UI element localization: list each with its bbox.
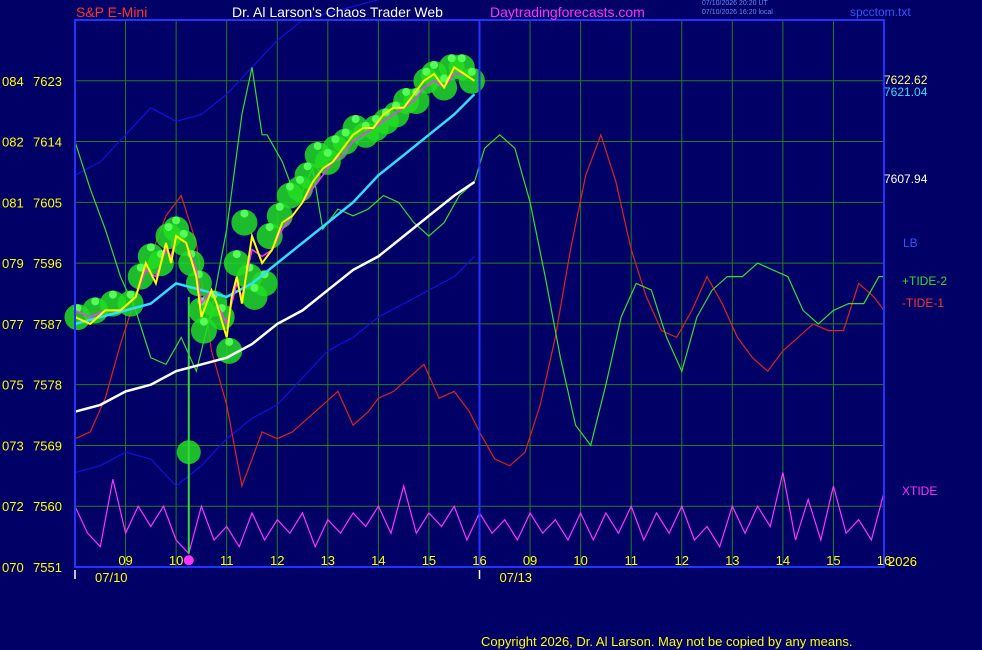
y-tick-price: 7551 xyxy=(33,560,62,575)
bubble-highlight xyxy=(457,54,466,63)
y-tick-left: 070 xyxy=(2,560,24,575)
symbol-title: S&P E-Mini xyxy=(76,4,148,20)
legend-label: LB xyxy=(903,236,918,250)
x-tick-label: 11 xyxy=(220,553,234,568)
bubble-highlight xyxy=(172,216,181,225)
copyright-text: Copyright 2026, Dr. Al Larson. May not b… xyxy=(481,634,853,649)
bubble-highlight xyxy=(303,162,312,171)
bubble-highlight xyxy=(429,61,438,70)
x-tick-label: 12 xyxy=(675,553,689,568)
x-tick-label: 10 xyxy=(573,553,587,568)
bubble-highlight xyxy=(108,290,117,299)
bubble-highlight xyxy=(240,209,249,218)
year-label: 2026 xyxy=(888,554,917,569)
y-tick-left: 081 xyxy=(2,195,24,210)
bubble-highlight xyxy=(296,175,305,184)
bubble-highlight xyxy=(422,67,431,76)
y-tick-left: 082 xyxy=(2,135,24,150)
y-tick-price: 7569 xyxy=(33,438,62,453)
site-link[interactable]: Daytradingforecasts.com xyxy=(490,4,645,20)
date-label: 07/10 xyxy=(95,570,128,585)
y-tick-left: 075 xyxy=(2,378,24,393)
timestamp-ut: 07/10/2026 20:20 UT xyxy=(702,0,768,7)
bubble-highlight xyxy=(447,54,456,63)
y-tick-price: 7623 xyxy=(33,74,62,89)
legend-label: +TIDE-2 xyxy=(902,274,947,288)
x-tick-label: 09 xyxy=(118,553,132,568)
legend-label: XTIDE xyxy=(902,484,937,498)
x-tick-label: 10 xyxy=(169,553,183,568)
bubble-highlight xyxy=(146,243,155,252)
y-tick-left: 077 xyxy=(2,317,24,332)
bubble-highlight xyxy=(199,317,208,326)
legend-label: -TIDE-1 xyxy=(902,296,944,310)
bubble-highlight xyxy=(225,337,234,346)
bubble-highlight xyxy=(467,67,476,76)
bubble-highlight xyxy=(341,128,350,137)
y-tick-price: 7560 xyxy=(33,499,62,514)
y-tick-price: 7596 xyxy=(33,256,62,271)
site-title: Dr. Al Larson's Chaos Trader Web xyxy=(232,4,443,20)
y-tick-price: 7614 xyxy=(33,135,62,150)
y-tick-price: 7578 xyxy=(33,378,62,393)
right-value-label: 7607.94 xyxy=(884,172,928,186)
bubble-highlight xyxy=(331,135,340,144)
x-tick-label: 14 xyxy=(776,553,790,568)
bubble-highlight xyxy=(275,202,284,211)
bubble-highlight xyxy=(402,88,411,97)
bubble-highlight xyxy=(351,115,360,124)
x-tick-label: 13 xyxy=(725,553,739,568)
data-file-label: spcctom.txt xyxy=(850,5,911,19)
x-tick-label: 09 xyxy=(523,553,537,568)
x-tick-label: 15 xyxy=(422,553,436,568)
chart-canvas: 084 7623 082 7614 081 7605 079 7596 077 7587 075 75… xyxy=(2,0,947,585)
x-tick-label: 14 xyxy=(371,553,385,568)
x-tick-label: 13 xyxy=(321,553,335,568)
y-tick-price: 7587 xyxy=(33,317,62,332)
bubble-highlight xyxy=(313,142,322,151)
bubble-highlight xyxy=(126,290,135,299)
right-value-label: 7621.04 xyxy=(884,85,928,99)
bubble-highlight xyxy=(250,283,259,292)
y-tick-left: 072 xyxy=(2,499,24,514)
y-tick-left: 079 xyxy=(2,256,24,271)
timestamp-local: 07/10/2026 16:20 local xyxy=(702,9,773,16)
x-tick-label: 11 xyxy=(624,553,638,568)
bubble-highlight xyxy=(265,223,274,232)
bubble-highlight xyxy=(164,223,173,232)
y-tick-left: 084 xyxy=(2,74,24,89)
y-tick-price: 7605 xyxy=(33,195,62,210)
bubble-highlight xyxy=(91,297,100,306)
low-marker xyxy=(183,555,194,566)
x-tick-label: 12 xyxy=(270,553,284,568)
bubble-highlight xyxy=(179,229,188,238)
y-tick-left: 073 xyxy=(2,438,24,453)
x-tick-label: 16 xyxy=(472,553,486,568)
bubble-highlight xyxy=(323,148,332,157)
bubble-highlight xyxy=(232,250,241,259)
bubble-highlight xyxy=(285,182,294,191)
date-label: 07/13 xyxy=(500,570,533,585)
x-tick-label: 15 xyxy=(826,553,840,568)
